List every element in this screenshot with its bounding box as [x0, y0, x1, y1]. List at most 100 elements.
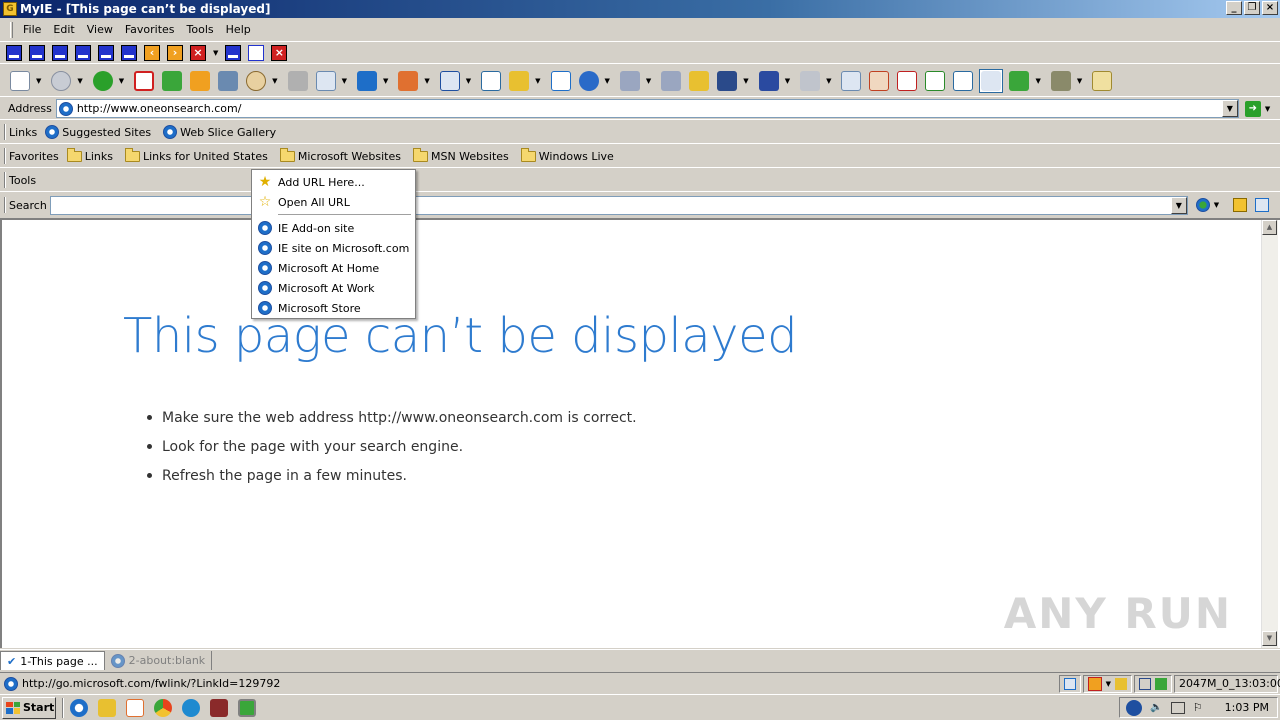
encoding-icon[interactable]	[396, 69, 420, 93]
clock[interactable]: 1:03 PM	[1225, 701, 1269, 714]
fullscreen-icon[interactable]	[979, 68, 1004, 93]
menu-item-ie-addon[interactable]: IE Add-on site	[254, 218, 413, 238]
chevron-down-icon[interactable]: ▼	[1214, 201, 1219, 209]
chrome-icon[interactable]	[154, 698, 172, 717]
menu-file[interactable]: File	[17, 21, 47, 38]
tab-2[interactable]: 2-about:blank	[105, 651, 213, 670]
ie-icon[interactable]	[70, 698, 88, 717]
menu-item-ie-site[interactable]: IE site on Microsoft.com	[254, 238, 413, 258]
chevron-down-icon[interactable]: ▼	[535, 77, 540, 85]
mail-icon[interactable]	[314, 69, 338, 93]
menu-item-ms-home[interactable]: Microsoft At Home	[254, 258, 413, 278]
stop-icon[interactable]	[132, 69, 156, 93]
save-icon[interactable]	[757, 69, 781, 93]
go-button[interactable]: ➜	[1244, 100, 1261, 117]
address-input[interactable]: http://www.oneonsearch.com/ ▼	[55, 99, 1239, 118]
menu-grip[interactable]	[10, 21, 13, 38]
minimize-all-icon[interactable]	[29, 44, 45, 61]
minimize-others-icon[interactable]	[98, 44, 114, 61]
link-suggested-sites[interactable]: Suggested Sites	[45, 125, 151, 139]
vertical-scrollbar[interactable]: ▲ ▼	[1261, 220, 1278, 648]
search-dropdown-icon[interactable]: ▼	[1170, 196, 1187, 214]
chevron-down-icon[interactable]: ▼	[77, 77, 82, 85]
upload-icon[interactable]	[549, 69, 573, 93]
minimize-page-icon[interactable]	[121, 44, 137, 61]
window-min-icon[interactable]	[225, 44, 242, 61]
chevron-down-icon[interactable]: ▼	[605, 77, 610, 85]
explorer-icon[interactable]	[98, 698, 116, 717]
start-button[interactable]: Start	[2, 696, 56, 719]
help-icon[interactable]	[1126, 699, 1143, 716]
cleaner-icon[interactable]	[1049, 69, 1073, 93]
search-grip[interactable]	[4, 197, 6, 213]
chevron-down-icon[interactable]: ▼	[36, 77, 41, 85]
globe-icon[interactable]	[577, 69, 601, 93]
minimize-tab-icon[interactable]	[52, 44, 68, 61]
chevron-down-icon[interactable]: ▼	[342, 77, 347, 85]
copy-icon[interactable]	[839, 69, 863, 93]
fav-folder-msn[interactable]: MSN Websites	[412, 147, 509, 163]
chevron-down-icon[interactable]: ▼	[826, 77, 831, 85]
next-tab-icon[interactable]: ›	[167, 44, 183, 61]
delete-page-icon[interactable]	[895, 69, 919, 93]
palette-icon[interactable]	[244, 69, 268, 93]
winrar-icon[interactable]	[210, 698, 228, 717]
link-web-slice-gallery[interactable]: Web Slice Gallery	[163, 125, 276, 139]
network-icon[interactable]	[1170, 701, 1185, 714]
menu-help[interactable]: Help	[220, 21, 257, 38]
chevron-down-icon[interactable]: ▼	[785, 77, 790, 85]
search-engine-icon[interactable]	[1195, 198, 1210, 212]
myie-taskbar-icon[interactable]	[238, 698, 256, 717]
menu-tools[interactable]: Tools	[181, 21, 220, 38]
find-in-page-icon[interactable]	[1255, 198, 1270, 212]
search-input[interactable]: ▼	[49, 195, 1188, 215]
links-grip[interactable]	[4, 124, 6, 140]
chevron-down-icon[interactable]: ▼	[646, 77, 651, 85]
chevron-down-icon[interactable]: ▼	[1077, 77, 1082, 85]
chevron-down-icon[interactable]: ▼	[272, 77, 277, 85]
print-icon[interactable]	[286, 69, 310, 93]
menu-item-add-url[interactable]: ★ Add URL Here...	[254, 172, 413, 192]
minimize-window-icon[interactable]	[6, 44, 22, 61]
address-dropdown-icon[interactable]: ▼	[1221, 100, 1238, 117]
fav-folder-links-us[interactable]: Links for United States	[124, 147, 268, 163]
status-edit-icon[interactable]	[1058, 674, 1081, 693]
menu-item-open-all[interactable]: ☆ Open All URL	[254, 192, 413, 212]
menu-item-ms-store[interactable]: Microsoft Store	[254, 298, 413, 318]
refresh-icon[interactable]	[160, 69, 184, 93]
minimize-button[interactable]: _	[1226, 1, 1242, 15]
prev-tab-icon[interactable]: ‹	[144, 44, 160, 61]
scroll-down-icon[interactable]: ▼	[1262, 631, 1277, 646]
font-icon[interactable]	[355, 69, 379, 93]
chevron-down-icon[interactable]: ▼	[1035, 77, 1040, 85]
edit-icon[interactable]	[867, 69, 891, 93]
chevron-down-icon[interactable]: ▼	[466, 77, 471, 85]
edge-icon[interactable]	[182, 698, 200, 717]
chevron-down-icon[interactable]: ▼	[383, 77, 388, 85]
menu-edit[interactable]: Edit	[47, 21, 80, 38]
window-close-icon[interactable]: ×	[271, 44, 288, 61]
chevron-down-icon[interactable]: ▼	[213, 49, 218, 57]
restore-button[interactable]: ❐	[1244, 1, 1260, 15]
fav-folder-windows-live[interactable]: Windows Live	[520, 147, 614, 163]
window-restore-icon[interactable]	[248, 44, 265, 61]
plugin-remove-icon[interactable]	[659, 69, 683, 93]
reload-page-icon[interactable]	[923, 69, 947, 93]
menu-favorites[interactable]: Favorites	[119, 21, 181, 38]
fav-folder-microsoft[interactable]: Microsoft Websites	[279, 147, 401, 163]
media-player-icon[interactable]	[126, 698, 144, 717]
home-icon[interactable]	[188, 69, 212, 93]
up-arrow-icon[interactable]	[507, 69, 531, 93]
menu-view[interactable]: View	[81, 21, 119, 38]
status-window-icons[interactable]	[1134, 674, 1172, 693]
volume-icon[interactable]: 🔈	[1150, 702, 1162, 713]
forward-icon[interactable]	[91, 69, 115, 93]
clipboard-icon[interactable]	[1090, 69, 1114, 93]
monitor-icon[interactable]	[715, 69, 739, 93]
chart-icon[interactable]	[479, 69, 503, 93]
minimize-group-icon[interactable]	[75, 44, 91, 61]
fav-folder-links[interactable]: Links	[66, 147, 113, 163]
status-popup-blocker[interactable]: ▼	[1082, 674, 1132, 693]
close-button[interactable]: ×	[1262, 1, 1278, 15]
tools-grip[interactable]	[4, 172, 6, 188]
